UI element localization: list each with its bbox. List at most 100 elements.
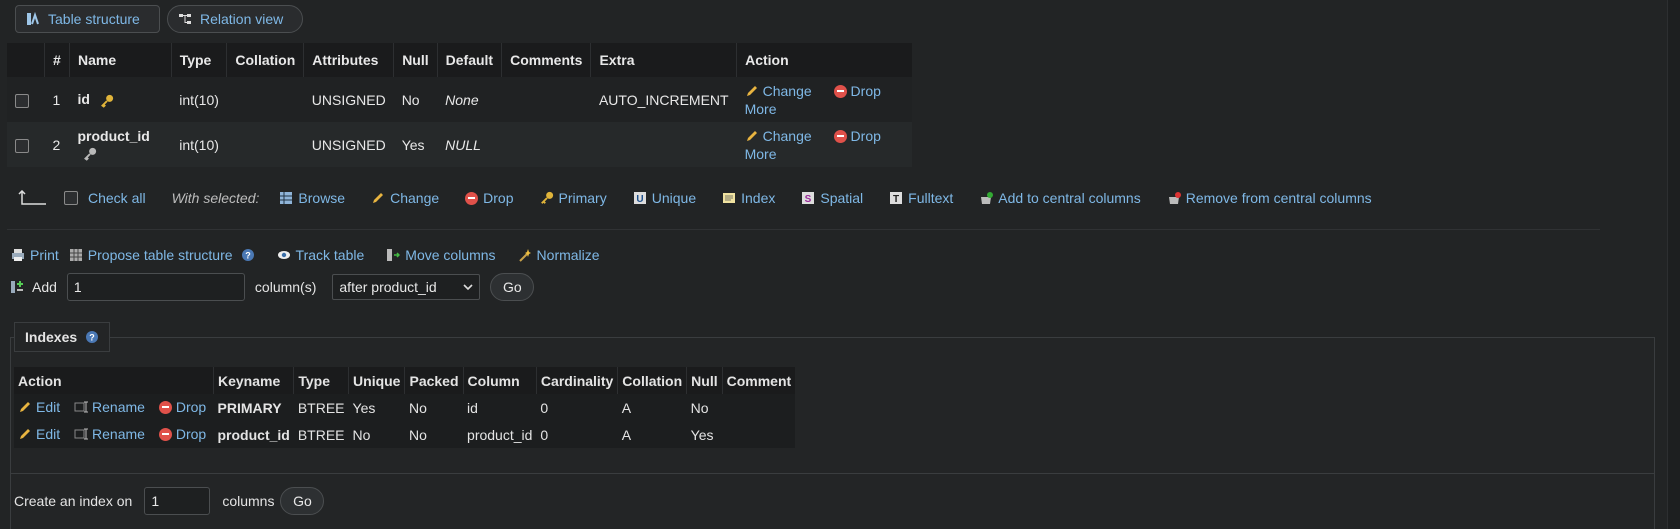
idx-type: BTREE <box>293 421 349 448</box>
column-collation <box>226 77 304 122</box>
idx-null: No <box>686 394 723 421</box>
propose-structure-link[interactable]: Propose table structure <box>69 247 233 263</box>
check-all-checkbox[interactable] <box>64 191 78 205</box>
index-button[interactable]: Index <box>722 190 775 206</box>
idx-unique: Yes <box>348 394 405 421</box>
remove-central-columns-button[interactable]: Remove from central columns <box>1167 190 1372 206</box>
row-num: 2 <box>44 122 70 167</box>
header-extra[interactable]: Extra <box>590 43 738 77</box>
tab-table-structure[interactable]: Table structure <box>15 5 160 33</box>
with-selected-label: With selected: <box>171 190 260 206</box>
header-name[interactable]: Name <box>69 43 172 77</box>
column-name: id <box>77 91 90 108</box>
more-link[interactable]: More <box>745 101 777 117</box>
vertical-scrollbar[interactable] <box>1667 0 1680 529</box>
idx-column: product_id <box>463 421 537 448</box>
normalize-link[interactable]: Normalize <box>518 247 600 263</box>
pencil-icon <box>373 193 384 203</box>
edit-index-link[interactable]: Edit <box>18 399 60 415</box>
tab-table-structure-label: Table structure <box>48 11 140 27</box>
add-column-go-button[interactable]: Go <box>490 273 535 301</box>
browse-button[interactable]: Browse <box>279 190 345 206</box>
columns-unit-label: column(s) <box>254 279 317 295</box>
create-index-row: Create an index on columns Go <box>14 487 325 515</box>
primary-button[interactable]: Primary <box>540 190 607 206</box>
relation-view-icon <box>179 14 191 24</box>
idx-packed: No <box>404 394 464 421</box>
rename-index-link[interactable]: Rename <box>74 399 145 415</box>
change-button[interactable]: Change <box>371 190 439 206</box>
column-null: No <box>393 77 438 122</box>
help-icon[interactable]: ? <box>241 248 255 262</box>
spatial-icon: S <box>802 192 815 205</box>
idx-collation: A <box>617 394 687 421</box>
column-comments <box>501 122 591 167</box>
rename-index-link[interactable]: Rename <box>74 426 145 442</box>
structure-header-row: # Name Type Collation Attributes Null De… <box>7 43 912 77</box>
drop-icon <box>833 84 847 98</box>
structure-tools: Print Propose table structure ? Track ta… <box>11 247 622 263</box>
column-position-select[interactable]: after product_id <box>332 274 481 300</box>
drop-index-link[interactable]: Drop <box>158 399 206 415</box>
header-comments[interactable]: Comments <box>501 43 592 77</box>
browse-icon <box>280 192 293 204</box>
change-link[interactable]: Change <box>745 128 812 144</box>
header-null[interactable]: Null <box>393 43 438 77</box>
idx-header-unique: Unique <box>348 367 406 394</box>
more-link[interactable]: More <box>745 146 777 162</box>
fulltext-button[interactable]: T Fulltext <box>889 190 953 206</box>
tab-relation-view[interactable]: Relation view <box>167 5 303 33</box>
change-link[interactable]: Change <box>745 83 812 99</box>
row-checkbox[interactable] <box>15 93 29 108</box>
header-type[interactable]: Type <box>171 43 228 77</box>
idx-comment <box>722 394 796 421</box>
add-central-columns-button[interactable]: Add to central columns <box>979 190 1141 206</box>
idx-header-keyname: Keyname <box>213 367 295 394</box>
idx-packed: No <box>404 421 464 448</box>
arrow-ltr-icon <box>18 190 46 205</box>
move-columns-link[interactable]: Move columns <box>386 247 496 263</box>
pencil-icon <box>20 401 30 412</box>
tab-relation-view-label: Relation view <box>200 11 284 27</box>
add-column-icon <box>11 281 23 293</box>
help-icon[interactable]: ? <box>85 330 99 344</box>
spatial-button[interactable]: S Spatial <box>801 190 863 206</box>
drop-link[interactable]: Drop <box>833 83 881 99</box>
print-link[interactable]: Print <box>11 247 59 263</box>
unique-button[interactable]: U Unique <box>633 190 696 206</box>
primary-key-icon <box>100 94 113 108</box>
rename-icon <box>74 401 89 412</box>
idx-header-null: Null <box>686 367 723 394</box>
indexes-header-row: Action Keyname Type Unique Packed Column… <box>14 367 796 394</box>
check-all-label[interactable]: Check all <box>88 190 146 206</box>
header-num[interactable]: # <box>44 43 70 77</box>
idx-type: BTREE <box>293 394 349 421</box>
pencil-icon <box>746 85 757 96</box>
column-extra: AUTO_INCREMENT <box>590 77 737 122</box>
drop-index-link[interactable]: Drop <box>158 426 206 442</box>
create-index-count-input[interactable] <box>144 487 211 515</box>
column-attributes: UNSIGNED <box>303 122 394 167</box>
header-attributes[interactable]: Attributes <box>303 43 395 77</box>
header-checkbox-col <box>7 43 46 77</box>
eye-icon <box>277 251 290 259</box>
header-collation[interactable]: Collation <box>226 43 305 77</box>
header-default[interactable]: Default <box>437 43 503 77</box>
add-column-count-input[interactable] <box>66 273 245 301</box>
drop-link[interactable]: Drop <box>833 128 881 144</box>
add-label: Add <box>32 279 57 295</box>
drop-button[interactable]: Drop <box>465 190 514 206</box>
table-row: 2 product_id int(10) UNSIGNED Yes NULL C… <box>7 122 912 167</box>
structure-table: # Name Type Collation Attributes Null De… <box>7 43 912 167</box>
propose-structure-icon <box>69 249 82 261</box>
row-checkbox[interactable] <box>15 138 29 153</box>
rename-icon <box>74 428 89 439</box>
unique-icon: U <box>633 192 646 205</box>
track-table-link[interactable]: Track table <box>277 247 364 263</box>
edit-index-link[interactable]: Edit <box>18 426 60 442</box>
create-index-go-button[interactable]: Go <box>280 487 325 515</box>
idx-unique: No <box>348 421 405 448</box>
idx-header-comment: Comment <box>722 367 796 394</box>
indexes-legend[interactable]: Indexes ? <box>14 322 111 352</box>
primary-key-icon <box>540 191 553 204</box>
